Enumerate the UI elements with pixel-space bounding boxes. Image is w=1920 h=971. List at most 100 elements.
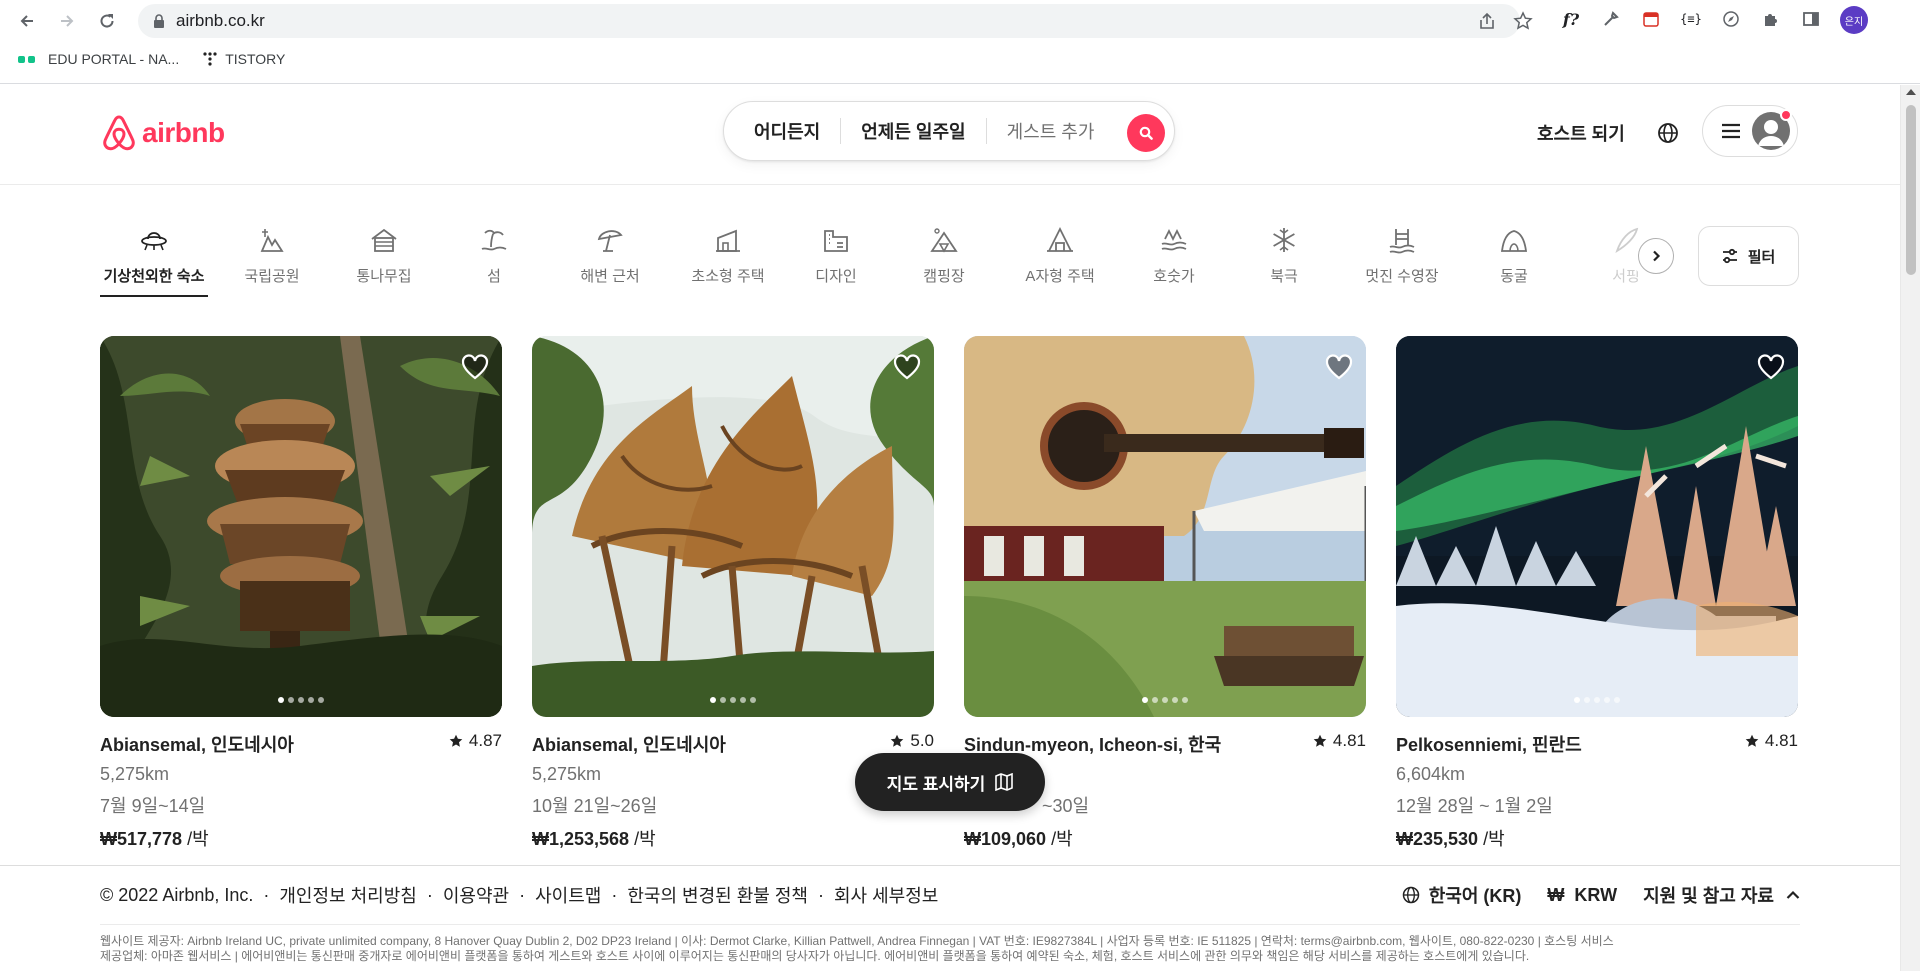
listing-distance: 5,275km — [100, 764, 170, 784]
listing-location: Sindun-myeon, Icheon-si, 한국 — [964, 735, 1222, 755]
notification-dot — [1780, 109, 1792, 121]
listing-dates: 7월 9일~14일 — [100, 796, 206, 816]
formula-extension-icon[interactable]: f? — [1560, 8, 1582, 30]
category-next-button[interactable] — [1638, 238, 1674, 274]
footer-links: © 2022 Airbnb, Inc. · 개인정보 처리방침 · 이용약관 ·… — [100, 882, 938, 908]
globe-icon — [1402, 886, 1419, 904]
page-scrollbar[interactable] — [1900, 85, 1920, 971]
extensions-puzzle-icon[interactable] — [1760, 8, 1782, 30]
profile-avatar[interactable]: 은지 — [1840, 6, 1868, 34]
footer-legal-text: 웹사이트 제공자: Airbnb Ireland UC, private unl… — [100, 934, 1800, 964]
guitar-house-photo — [964, 336, 1366, 717]
legal-line-1: 웹사이트 제공자: Airbnb Ireland UC, private unl… — [100, 934, 1614, 948]
eyedropper-extension-icon[interactable] — [1600, 8, 1622, 30]
bookmark-edu-portal[interactable]: EDU PORTAL - NA... — [18, 51, 179, 67]
bookmark-star-icon[interactable] — [1513, 11, 1533, 31]
aurora-igloo-photo — [1396, 336, 1798, 717]
compass-extension-icon[interactable] — [1720, 8, 1742, 30]
category-a-frame[interactable]: A자형 주택 — [1022, 225, 1098, 305]
category-cave[interactable]: 동굴 — [1498, 225, 1530, 305]
category-cabin[interactable]: 통나무집 — [352, 225, 416, 305]
listing-location: Abiansemal, 인도네시아 — [100, 735, 294, 755]
category-omg[interactable]: 기상천외한 숙소 — [100, 225, 208, 305]
footer-link-terms[interactable]: 이용약관 — [443, 882, 509, 908]
category-label: 섬 — [487, 268, 501, 285]
language-selector[interactable]: 한국어 (KR) — [1401, 882, 1521, 908]
become-host-link[interactable]: 호스트 되기 — [1537, 120, 1625, 146]
footer-link-sitemap[interactable]: 사이트맵 — [535, 882, 601, 908]
chevron-right-icon — [1653, 250, 1661, 262]
listing-photo[interactable] — [532, 336, 934, 717]
photo-carousel-dots — [964, 697, 1366, 703]
show-map-label: 지도 표시하기 — [886, 774, 986, 794]
filter-button[interactable]: 필터 — [1698, 226, 1799, 286]
category-camping[interactable]: 캠핑장 — [920, 225, 968, 305]
address-bar[interactable]: airbnb.co.kr — [138, 4, 1533, 38]
edu-portal-icon — [18, 53, 40, 65]
bookmark-label: EDU PORTAL - NA... — [48, 51, 180, 67]
support-resources-toggle[interactable]: 지원 및 참고 자료 — [1643, 882, 1800, 908]
user-menu-button[interactable] — [1702, 105, 1798, 157]
search-button[interactable] — [1127, 114, 1165, 152]
scroll-up-arrow-icon[interactable] — [1906, 89, 1916, 95]
footer-link-privacy[interactable]: 개인정보 처리방침 — [279, 882, 416, 908]
scrollbar-thumb[interactable] — [1906, 105, 1916, 275]
listing-rating: 4.81 — [1313, 731, 1366, 751]
listing-photo[interactable] — [100, 336, 502, 717]
star-icon — [891, 734, 904, 747]
cave-icon — [1500, 230, 1528, 252]
bookmark-tistory[interactable]: TISTORY — [203, 51, 285, 67]
surfing-icon — [1615, 227, 1639, 254]
category-label: 멋진 수영장 — [1365, 268, 1439, 285]
wishlist-heart-icon[interactable] — [460, 352, 490, 382]
listing-price: ₩235,530 /박 — [1396, 825, 1798, 851]
search-where[interactable]: 어디든지 — [724, 118, 840, 144]
category-pool[interactable]: 멋진 수영장 — [1362, 225, 1442, 305]
currency-symbol: ₩ — [1547, 884, 1565, 905]
category-label: 해변 근처 — [580, 268, 640, 285]
search-when[interactable]: 언제든 일주일 — [841, 118, 985, 144]
calendar-extension-icon[interactable] — [1640, 8, 1662, 30]
listing-card[interactable]: Pelkosenniemi, 핀란드 4.81 6,604km 12월 28일 … — [1396, 336, 1798, 851]
price-unit: /박 — [182, 829, 209, 849]
category-lake[interactable]: 호숫가 — [1150, 225, 1198, 305]
airbnb-page: airbnb 어디든지 언제든 일주일 게스트 추가 호스트 되기 기상천외한 … — [0, 85, 1900, 971]
show-map-button[interactable]: 지도 표시하기 — [855, 753, 1045, 811]
category-tiny-home[interactable]: 초소형 주택 — [688, 225, 768, 305]
json-extension-icon[interactable]: {≡} — [1680, 8, 1702, 30]
camping-icon — [930, 228, 958, 253]
category-label: 디자인 — [815, 268, 857, 285]
footer-link-refund-policy[interactable]: 한국의 변경된 환불 정책 — [627, 882, 808, 908]
currency-selector[interactable]: ₩ KRW — [1547, 885, 1617, 906]
search-bar[interactable]: 어디든지 언제든 일주일 게스트 추가 — [723, 101, 1175, 161]
photo-carousel-dots — [532, 697, 934, 703]
listing-photo[interactable] — [1396, 336, 1798, 717]
category-arctic[interactable]: 북극 — [1268, 225, 1300, 305]
forward-arrow-icon[interactable] — [52, 6, 82, 36]
url-text[interactable]: airbnb.co.kr — [176, 11, 265, 31]
category-island[interactable]: 섬 — [474, 225, 514, 305]
reload-icon[interactable] — [92, 6, 122, 36]
share-icon[interactable] — [1477, 11, 1497, 31]
back-arrow-icon[interactable] — [12, 6, 42, 36]
category-design[interactable]: 디자인 — [812, 225, 860, 305]
airbnb-logo[interactable]: airbnb — [100, 113, 225, 153]
listing-card[interactable]: Abiansemal, 인도네시아 4.87 5,275km 7월 9일~14일… — [100, 336, 502, 851]
side-panel-icon[interactable] — [1800, 8, 1822, 30]
wishlist-heart-icon[interactable] — [892, 352, 922, 382]
category-national-park[interactable]: 국립공원 — [240, 225, 304, 305]
category-label: 캠핑장 — [923, 268, 965, 285]
wishlist-heart-icon[interactable] — [1324, 352, 1354, 382]
national-park-icon — [260, 229, 284, 252]
category-bar: 기상천외한 숙소 국립공원 통나무집 섬 해변 근처 초소형 주택 디자인 캠핑… — [100, 225, 1660, 305]
globe-icon[interactable] — [1656, 121, 1680, 145]
price-amount: ₩109,060 — [964, 829, 1047, 849]
search-guests[interactable]: 게스트 추가 — [987, 118, 1115, 144]
listing-photo[interactable] — [964, 336, 1366, 717]
rating-value: 4.81 — [1764, 731, 1798, 750]
footer-link-company-details[interactable]: 회사 세부정보 — [834, 882, 938, 908]
wishlist-heart-icon[interactable] — [1756, 352, 1786, 382]
legal-line-2: 제공업체: 아마존 웹서비스 | 에어비앤비는 통신판매 중개자로 에어비앤비 … — [100, 949, 1530, 963]
bamboo-house-photo — [532, 336, 934, 717]
category-beach[interactable]: 해변 근처 — [578, 225, 642, 305]
